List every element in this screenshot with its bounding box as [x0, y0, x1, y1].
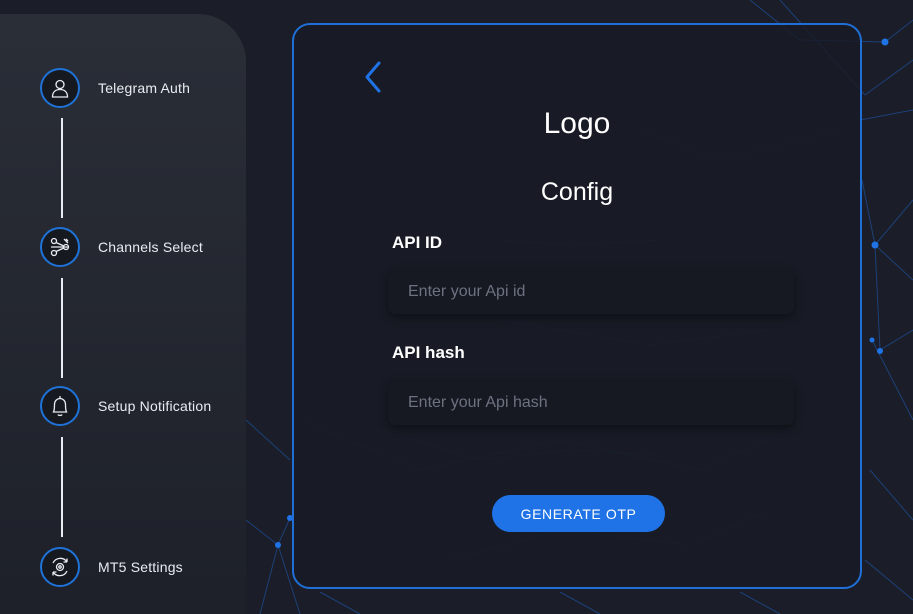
- step-label: Telegram Auth: [98, 80, 191, 96]
- step-mt5-settings[interactable]: MT5 Settings: [40, 547, 240, 587]
- logo: Logo: [543, 107, 611, 140]
- user-icon: [40, 68, 80, 108]
- step-connector: [61, 278, 63, 378]
- chevron-left-icon: [365, 61, 381, 93]
- api-hash-label: API hash: [392, 343, 465, 362]
- api-id-label: API ID: [392, 233, 443, 252]
- config-card: Logo Config API ID API hash GENERATE OTP: [292, 23, 862, 589]
- bell-icon: [40, 386, 80, 426]
- page-title: Config: [540, 178, 614, 206]
- channels-icon: [40, 227, 80, 267]
- settings-icon: [40, 547, 80, 587]
- back-button[interactable]: [358, 59, 388, 95]
- step-connector: [61, 118, 63, 218]
- step-label: Channels Select: [98, 239, 203, 255]
- api-id-input[interactable]: [388, 270, 794, 314]
- api-hash-input[interactable]: [388, 381, 794, 425]
- step-label: Setup Notification: [98, 398, 212, 414]
- step-label: MT5 Settings: [98, 559, 183, 575]
- step-setup-notification[interactable]: Setup Notification: [40, 386, 240, 426]
- step-channels-select[interactable]: Channels Select: [40, 227, 240, 267]
- generate-otp-button[interactable]: GENERATE OTP: [492, 495, 665, 532]
- step-connector: [61, 437, 63, 537]
- step-telegram-auth[interactable]: Telegram Auth: [40, 68, 240, 108]
